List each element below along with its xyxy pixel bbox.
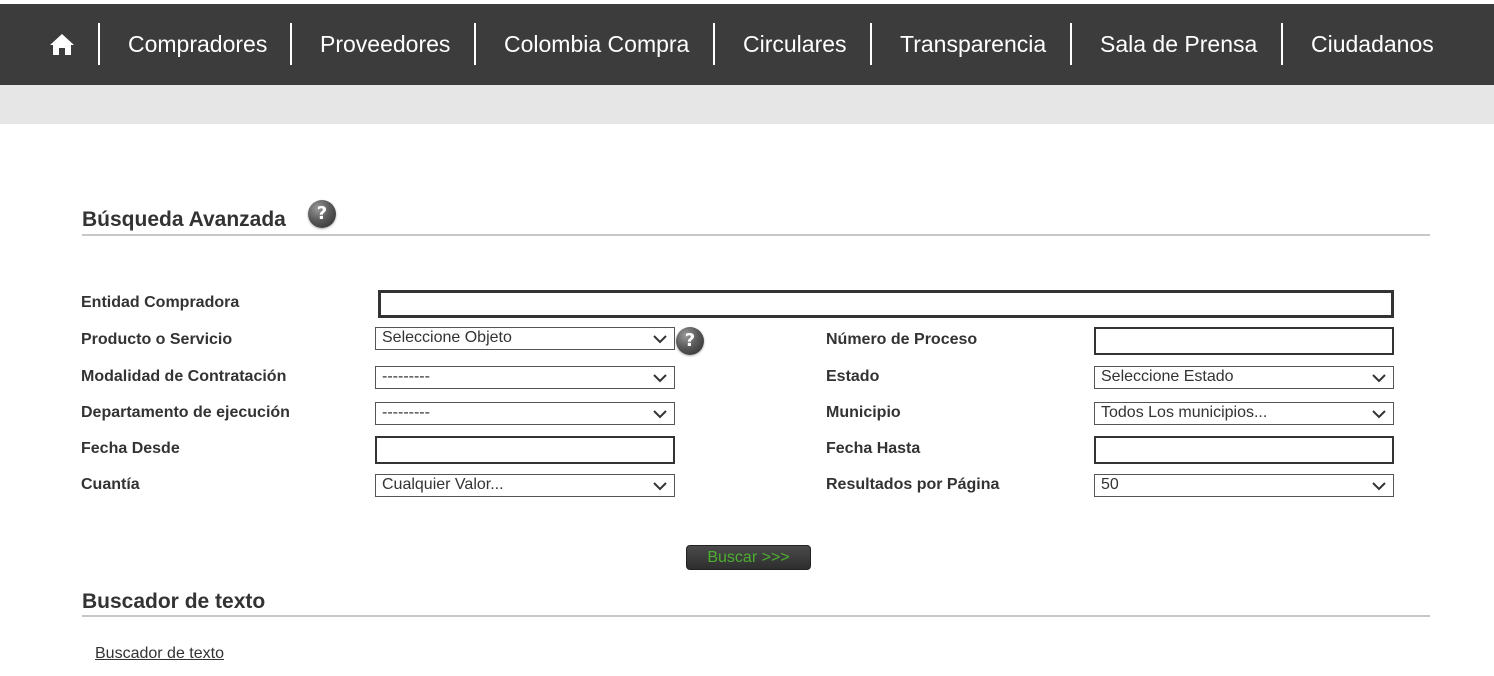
- resultados-label: Resultados por Página: [826, 476, 1000, 493]
- buscar-button[interactable]: Buscar >>>: [686, 545, 811, 570]
- cuantia-select-value: Cualquier Valor...: [382, 476, 504, 493]
- numero-proceso-input[interactable]: [1094, 327, 1394, 355]
- nav-item-proveedores[interactable]: Proveedores: [320, 30, 450, 58]
- chevron-down-icon: [1372, 410, 1386, 419]
- municipio-label: Municipio: [826, 404, 901, 421]
- fecha-desde-label: Fecha Desde: [81, 440, 180, 457]
- home-link[interactable]: [44, 28, 80, 62]
- modalidad-select-value: ---------: [382, 368, 430, 385]
- chevron-down-icon: [653, 374, 667, 383]
- departamento-select-value: ---------: [382, 404, 430, 421]
- estado-select[interactable]: Seleccione Estado: [1094, 366, 1394, 389]
- fecha-desde-input[interactable]: [375, 436, 675, 464]
- nav-separator: [290, 23, 292, 65]
- resultados-select-value: 50: [1101, 476, 1119, 493]
- nav-separator: [1070, 23, 1072, 65]
- municipio-select-value: Todos Los municipios...: [1101, 404, 1268, 421]
- chevron-down-icon: [653, 482, 667, 491]
- nav-separator: [98, 23, 100, 65]
- home-icon: [50, 34, 74, 55]
- producto-help-icon[interactable]: ?: [676, 327, 704, 355]
- nav-item-colombia-compra[interactable]: Colombia Compra: [504, 30, 689, 58]
- help-icon[interactable]: ?: [308, 200, 336, 228]
- modalidad-label: Modalidad de Contratación: [81, 368, 287, 385]
- estado-label: Estado: [826, 368, 880, 385]
- nav-item-ciudadanos[interactable]: Ciudadanos: [1311, 30, 1434, 58]
- departamento-select[interactable]: ---------: [375, 402, 675, 425]
- section-divider: [82, 615, 1430, 617]
- nav-separator: [474, 23, 476, 65]
- entidad-label: Entidad Compradora: [81, 294, 240, 311]
- nav-separator: [870, 23, 872, 65]
- numero-proceso-label: Número de Proceso: [826, 331, 978, 348]
- municipio-select[interactable]: Todos Los municipios...: [1094, 402, 1394, 425]
- producto-select[interactable]: Seleccione Objeto: [375, 327, 675, 350]
- modalidad-select[interactable]: ---------: [375, 366, 675, 389]
- producto-select-value: Seleccione Objeto: [382, 329, 512, 346]
- nav-item-transparencia[interactable]: Transparencia: [900, 30, 1046, 58]
- chevron-down-icon: [1372, 374, 1386, 383]
- cuantia-label: Cuantía: [81, 476, 140, 493]
- main-navbar: Compradores Proveedores Colombia Compra …: [0, 4, 1494, 85]
- chevron-down-icon: [653, 335, 667, 344]
- chevron-down-icon: [1372, 482, 1386, 491]
- entidad-input[interactable]: [378, 290, 1394, 318]
- resultados-select[interactable]: 50: [1094, 474, 1394, 497]
- nav-separator: [1281, 23, 1283, 65]
- nav-item-sala-de-prensa[interactable]: Sala de Prensa: [1100, 30, 1257, 58]
- sub-navbar: [0, 85, 1494, 124]
- section-divider: [82, 234, 1430, 236]
- producto-label: Producto o Servicio: [81, 331, 233, 348]
- departamento-label: Departamento de ejecución: [81, 404, 290, 421]
- fecha-hasta-label: Fecha Hasta: [826, 440, 921, 457]
- nav-item-compradores[interactable]: Compradores: [128, 30, 267, 58]
- text-search-link[interactable]: Buscador de texto: [95, 645, 224, 663]
- cuantia-select[interactable]: Cualquier Valor...: [375, 474, 675, 497]
- nav-item-circulares[interactable]: Circulares: [743, 30, 847, 58]
- fecha-hasta-input[interactable]: [1094, 436, 1394, 464]
- advanced-search-title: Búsqueda Avanzada: [82, 208, 286, 231]
- estado-select-value: Seleccione Estado: [1101, 368, 1234, 385]
- nav-separator: [713, 23, 715, 65]
- text-search-title: Buscador de texto: [82, 590, 266, 613]
- chevron-down-icon: [653, 410, 667, 419]
